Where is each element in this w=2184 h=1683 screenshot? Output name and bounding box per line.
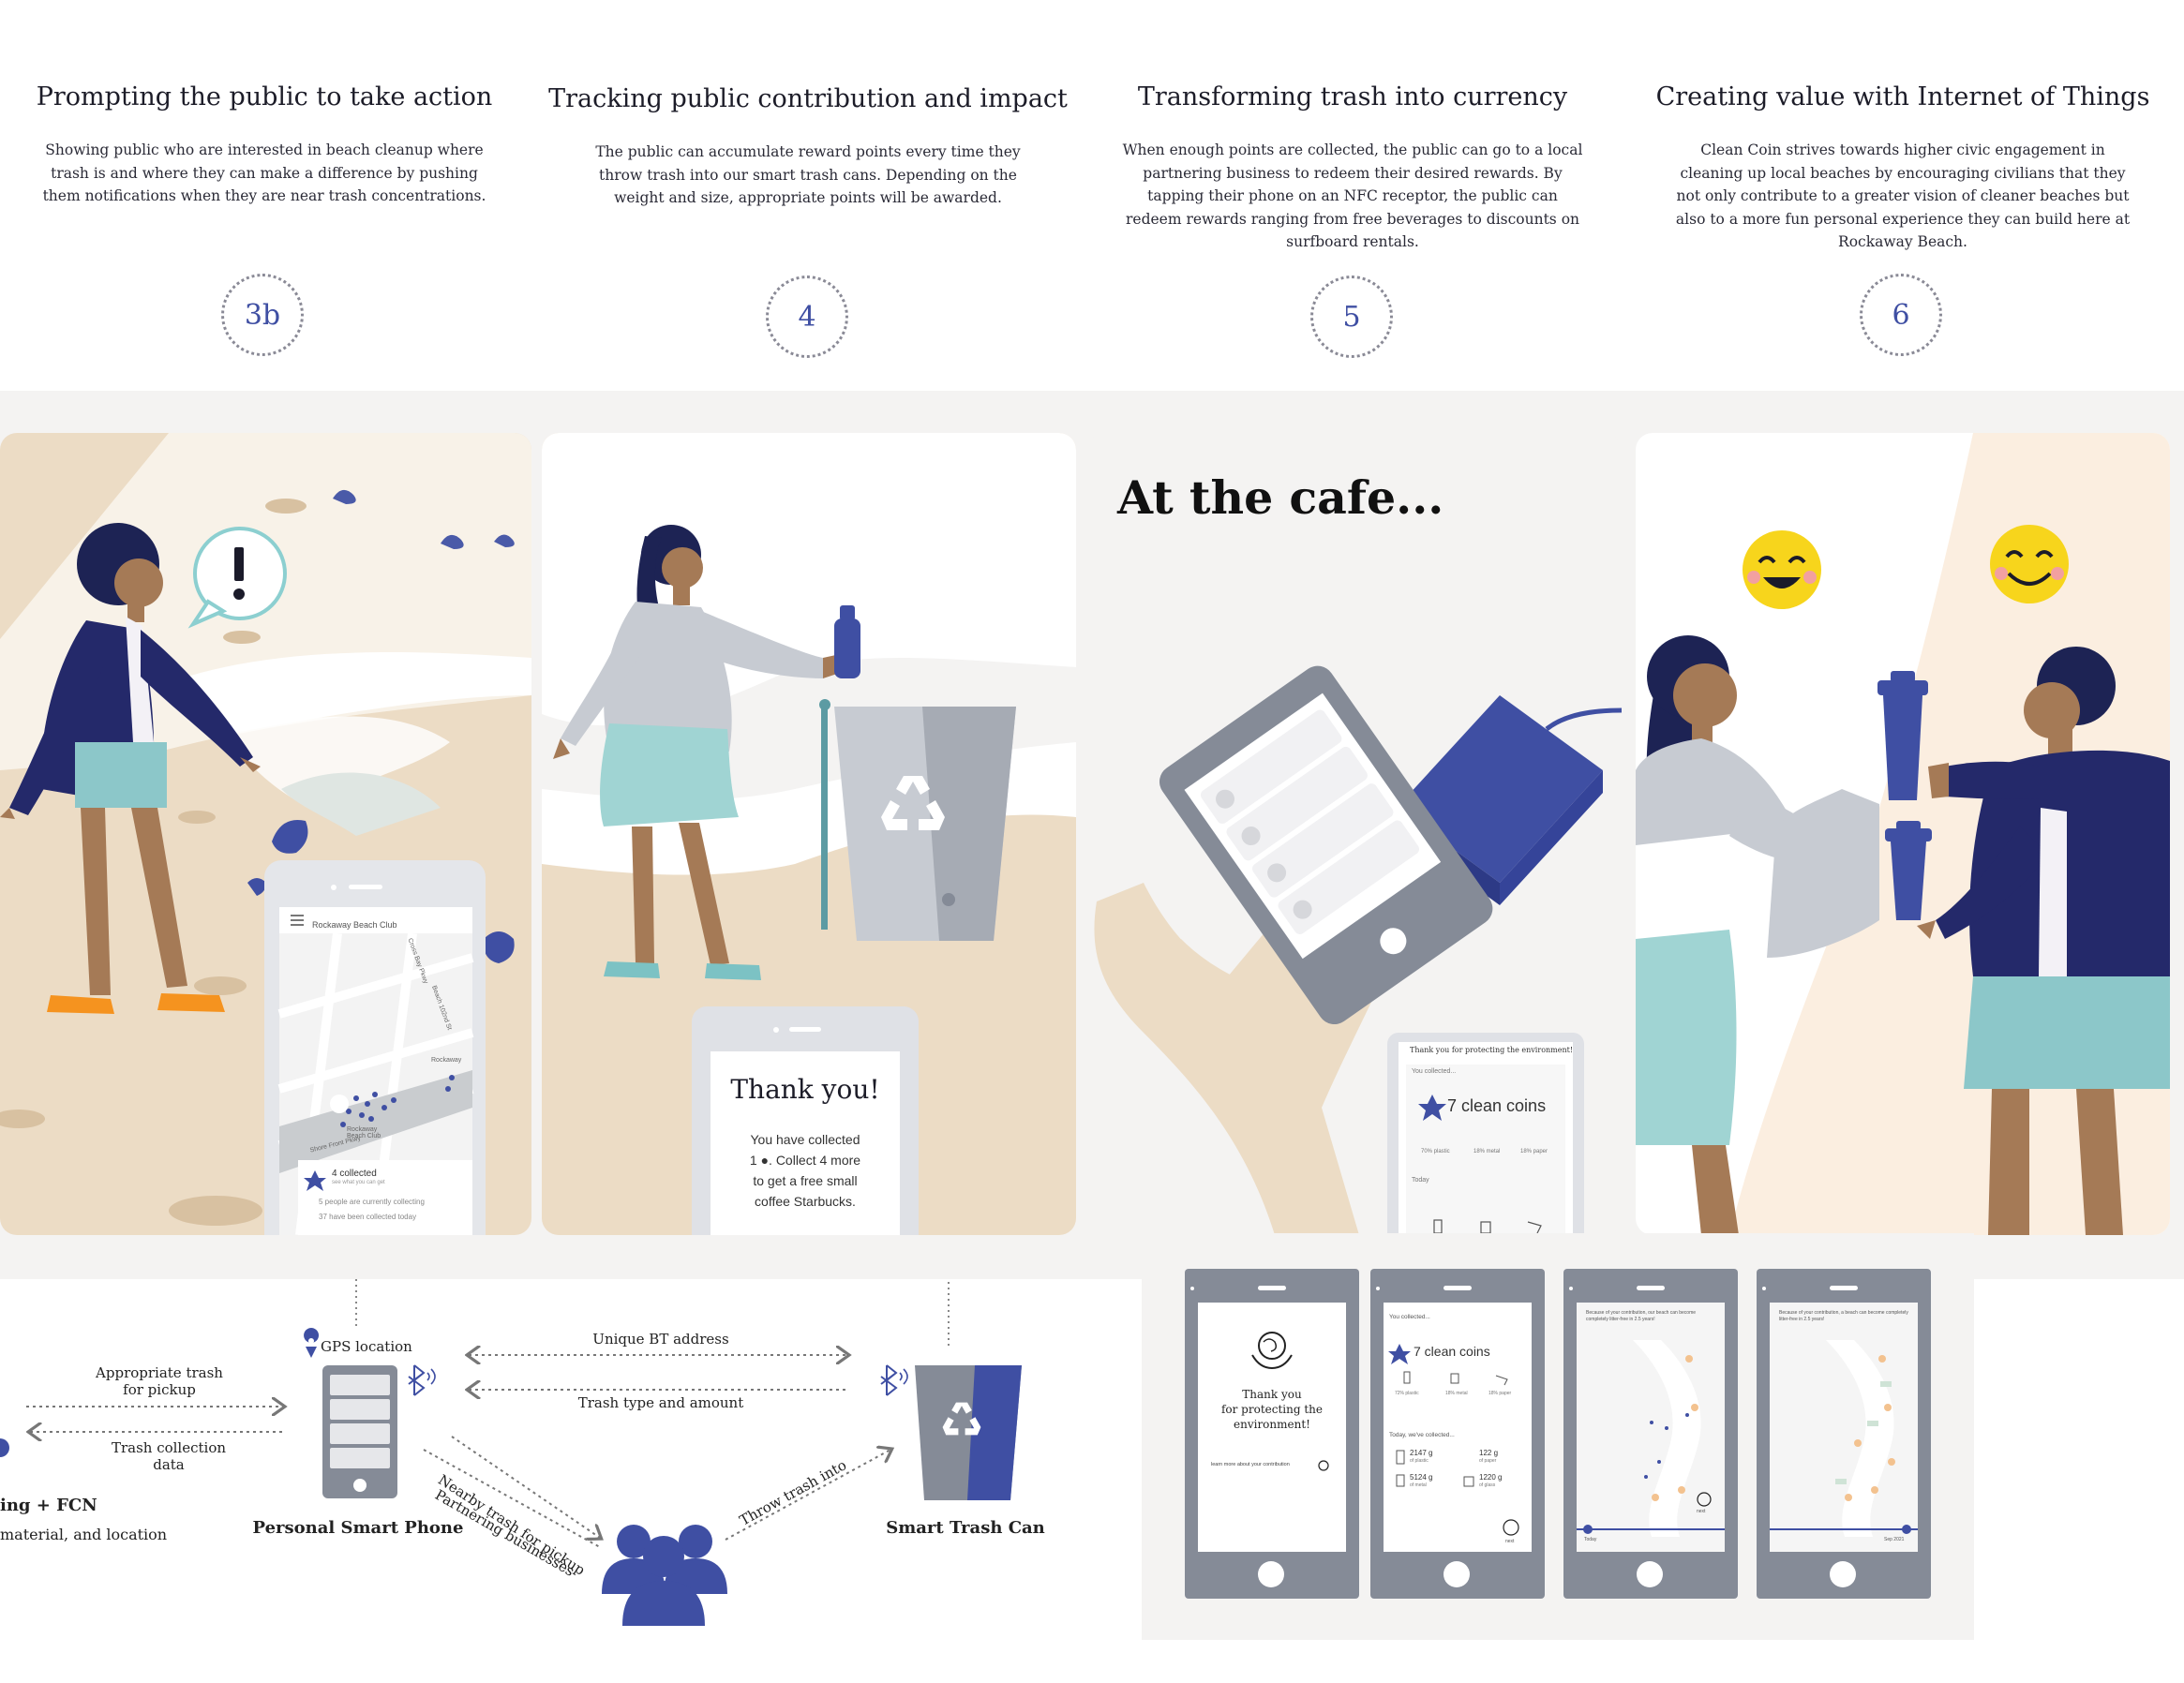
home-button[interactable] [1637, 1561, 1663, 1587]
collected-today: 37 have been collected today [319, 1213, 417, 1221]
mockup-coins-count: 7 clean coins [1414, 1344, 1490, 1359]
step-4-title: Tracking public contribution and impact [548, 84, 1068, 113]
panel-smart-can: Thank you! You have collected 1 ●. Colle… [542, 433, 1076, 1235]
thank-you-line: You have collected [750, 1132, 860, 1147]
left-node-title: ing + FCN [0, 1496, 97, 1515]
phone-header: Thank you for protecting the environment… [1410, 1046, 1574, 1054]
mockup-map-future: Because of your contribution, a beach ca… [1757, 1269, 1931, 1599]
step-6-description: Clean Coin strives towards higher civic … [1675, 141, 2131, 250]
amount-glass-unit: of glass [1479, 1482, 1496, 1488]
home-button[interactable] [1830, 1561, 1856, 1587]
step-3b-number: 3b [221, 274, 304, 356]
mockup-thank-title: Thank you for protecting the environment… [1220, 1388, 1324, 1431]
step-3b-description: Showing public who are interested in bea… [42, 141, 486, 204]
amount-paper-unit: of paper [1479, 1458, 1497, 1464]
clean-coins-count: 7 clean coins [1447, 1096, 1547, 1115]
map-title: Rockaway Beach Club [312, 920, 397, 930]
thank-you-line: to get a free small [753, 1173, 858, 1188]
step-4-number: 4 [766, 276, 848, 358]
amount-glass: 1220 g [1479, 1473, 1503, 1482]
can-node-label: Smart Trash Can [886, 1518, 1045, 1538]
mockup-stat: 72% plastic [1395, 1391, 1419, 1396]
amount-metal-unit: of metal [1410, 1482, 1427, 1488]
timeline-end: Sep 2021 [1884, 1537, 1905, 1542]
collected-subtext: see what you can get [332, 1180, 385, 1185]
collection-data-label: Trash collection data [111, 1439, 227, 1473]
home-button[interactable] [1258, 1561, 1284, 1587]
people-collecting: 5 people are currently collecting [319, 1198, 425, 1206]
stat-metal: 18% metal [1473, 1149, 1501, 1154]
stat-plastic: 70% plastic [1421, 1149, 1450, 1154]
stat-paper: 18% paper [1520, 1149, 1548, 1154]
mockup-you-collected: You collected... [1389, 1314, 1430, 1320]
you-collected-label: You collected... [1412, 1068, 1457, 1075]
appropriate-trash-label: Appropriate trash for pickup [96, 1364, 223, 1398]
step-6-title: Creating value with Internet of Things [1655, 82, 2150, 112]
amount-metal: 5124 g [1410, 1473, 1433, 1482]
next-link[interactable]: next [1505, 1539, 1514, 1544]
timeline-today: Today [1584, 1537, 1597, 1542]
trash-type-label: Trash type and amount [577, 1394, 744, 1411]
left-node-subtitle: material, and location [0, 1526, 168, 1543]
cafe-heading: At the cafe... [1117, 470, 1444, 525]
panel-exchange [1636, 433, 2170, 1235]
step-6-number: 6 [1860, 274, 1942, 356]
thank-you-title: Thank you! [730, 1074, 880, 1105]
learn-more-link[interactable]: learn more about your contribution [1211, 1462, 1290, 1467]
impact-caption: Because of your contribution, our beach … [1586, 1310, 1697, 1322]
step-3b-title: Prompting the public to take action [36, 82, 493, 112]
step-5-title: Transforming trash into currency [1137, 82, 1568, 112]
panel-at-the-cafe: At the cafe... Thank you for protecting … [1087, 433, 1622, 1235]
step-4-description: The public can accumulate reward points … [595, 143, 1021, 206]
home-button[interactable] [1444, 1561, 1470, 1587]
thank-you-line: 1 ●. Collect 4 more [749, 1153, 861, 1168]
panel-beach-notification: Rockaway Beach Club Rockaway Beach Club … [0, 433, 531, 1235]
collected-count: 4 collected [332, 1169, 377, 1179]
mockup-thank-you: Thank you for protecting the environment… [1185, 1269, 1359, 1599]
step-5-description: When enough points are collected, the pu… [1122, 141, 1583, 250]
phone-node-label: Personal Smart Phone [252, 1518, 464, 1538]
today-label: Today [1412, 1177, 1429, 1184]
impact-caption: Because of your contribution, a beach ca… [1779, 1310, 1908, 1322]
next-link[interactable]: next [1697, 1509, 1705, 1514]
mockup-coins: You collected... 7 clean coins 72% plast… [1370, 1269, 1545, 1599]
amount-plastic: 2147 g [1410, 1449, 1433, 1457]
step-5-number: 5 [1310, 276, 1393, 358]
mockup-map-today: Because of your contribution, our beach … [1563, 1269, 1738, 1599]
gps-location-label: GPS location [321, 1338, 412, 1355]
unique-bt-label: Unique BT address [592, 1331, 729, 1348]
mockup-stat: 18% paper [1488, 1391, 1512, 1396]
mockup-stat: 18% metal [1445, 1391, 1468, 1396]
map-street-label: Rockaway [431, 1057, 462, 1064]
amount-paper: 122 g [1479, 1449, 1499, 1457]
mockup-today-label: Today, we've collected... [1389, 1432, 1455, 1438]
amount-plastic-unit: of plastic [1410, 1458, 1429, 1464]
thank-you-line: coffee Starbucks. [755, 1194, 856, 1209]
